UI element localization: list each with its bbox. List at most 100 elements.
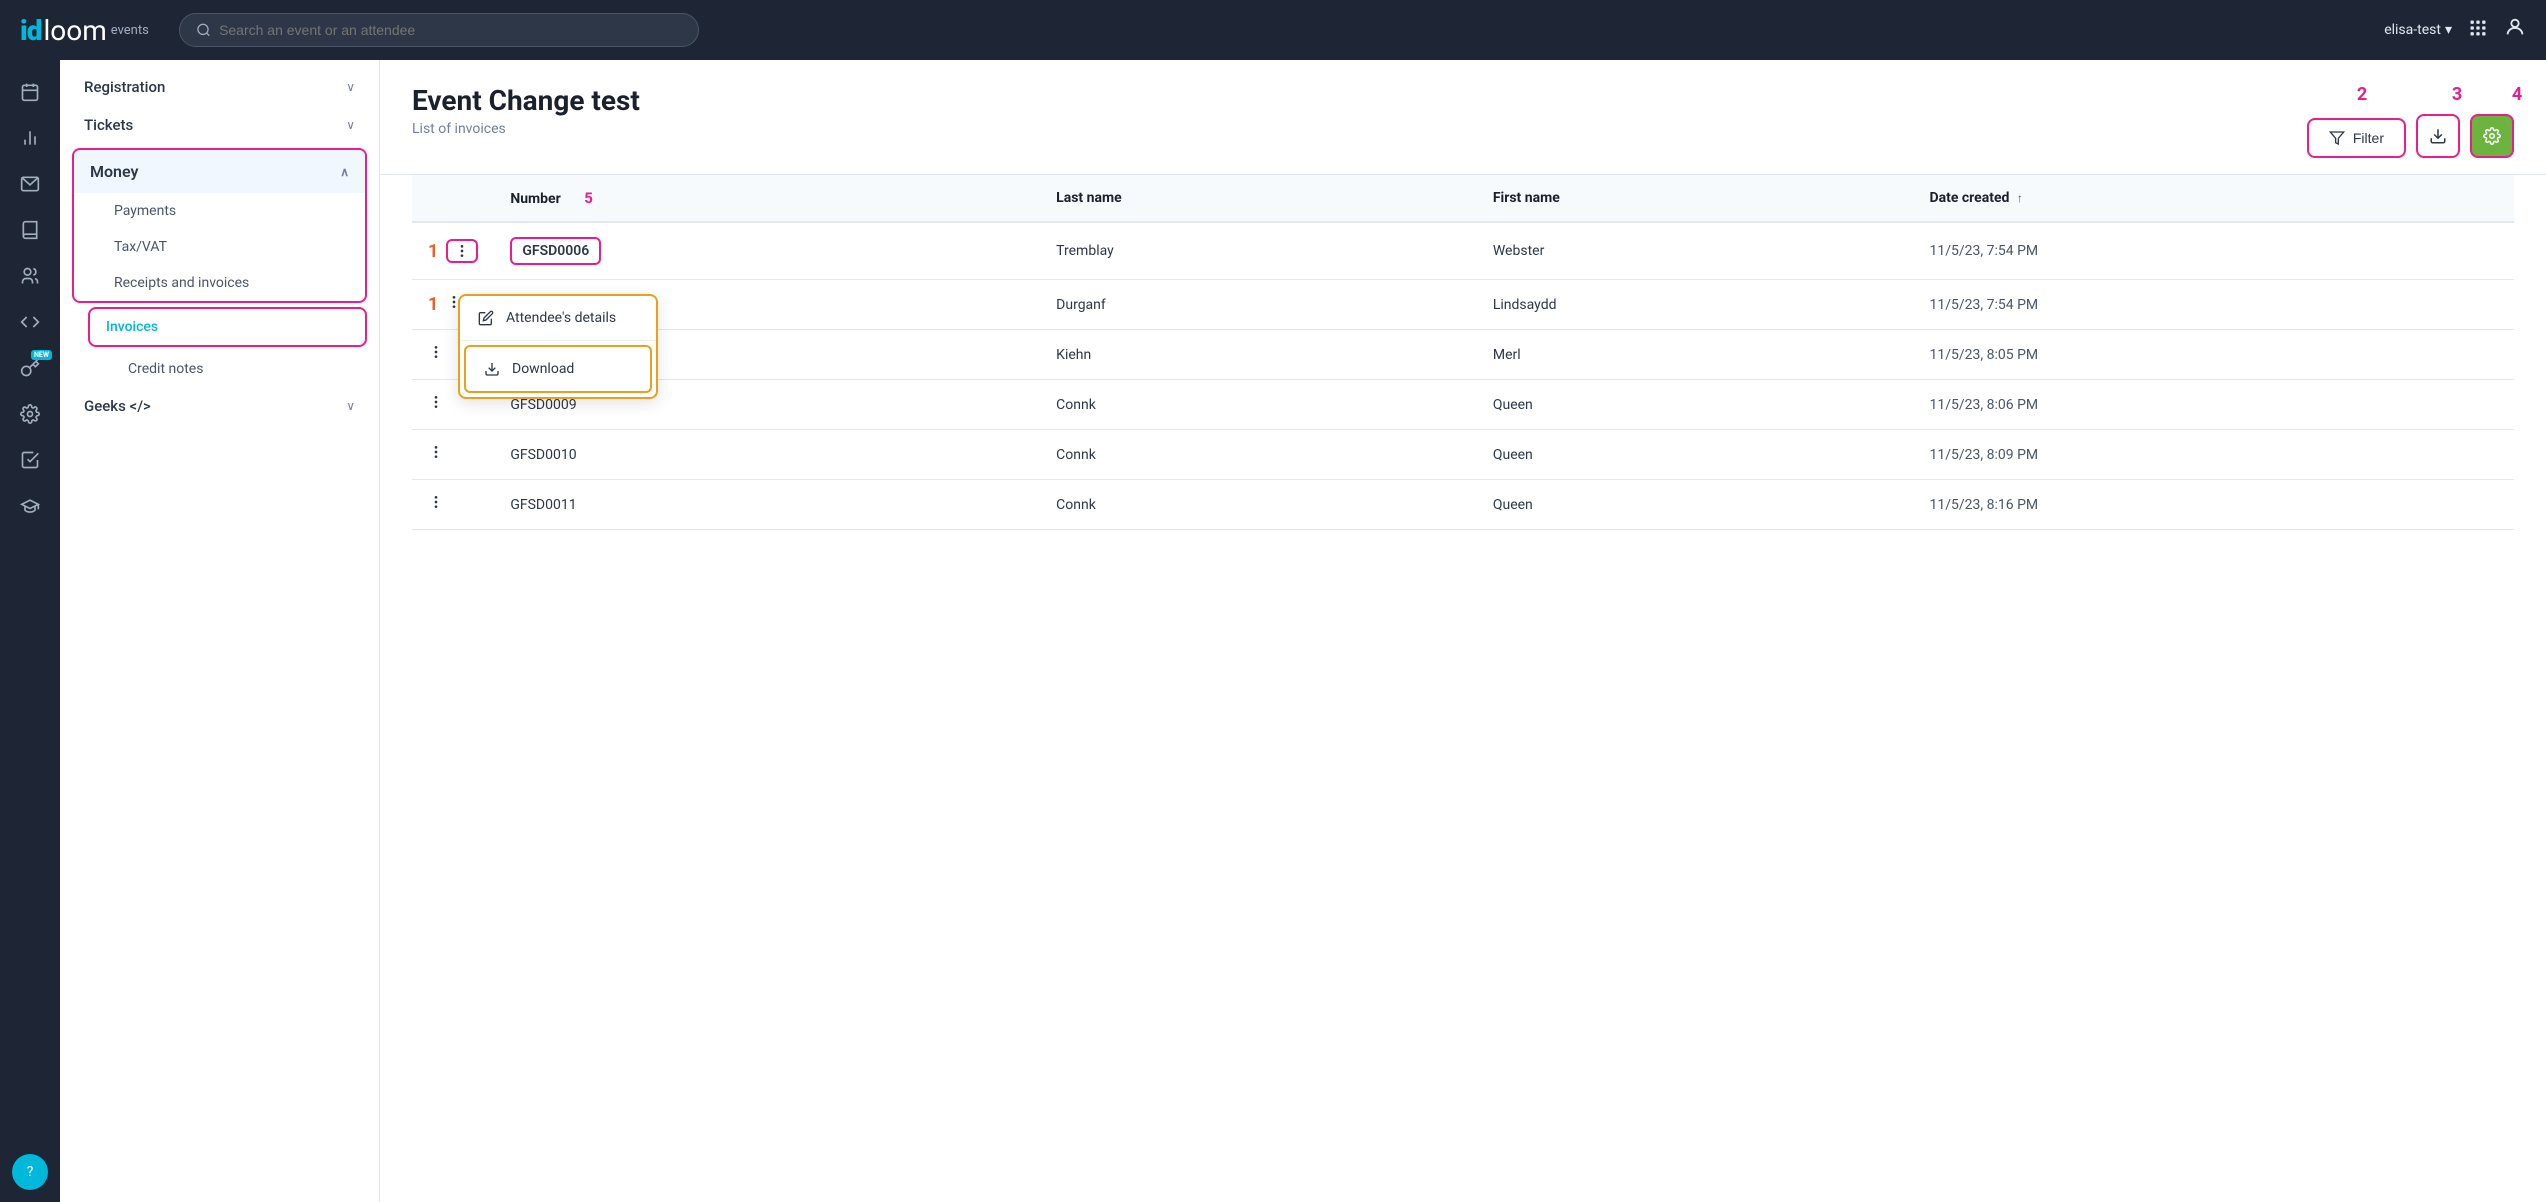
logo-events: events <box>111 23 149 38</box>
search-icon <box>196 22 211 38</box>
sidebar-item-credit-notes[interactable]: Credit notes <box>88 351 379 387</box>
row-lastname-cell: Connk <box>1040 380 1477 430</box>
sidebar-item-receipts[interactable]: Receipts and invoices <box>74 265 365 301</box>
col-lastname-header[interactable]: Last name <box>1040 175 1477 222</box>
annotation-1b: 1 <box>428 294 438 315</box>
row-number-cell: GFSD0010 <box>494 430 1040 480</box>
row-actions-cell: 1 Attendee's details <box>412 280 494 330</box>
col-firstname-header[interactable]: First name <box>1477 175 1914 222</box>
search-bar[interactable] <box>179 13 699 47</box>
invoice-number: GFSD0006 <box>510 237 601 265</box>
row-lastname-cell: Tremblay <box>1040 222 1477 280</box>
annotation-4: 4 <box>2512 84 2522 105</box>
three-dots-button[interactable] <box>428 494 444 515</box>
topnav: idloom events elisa-test ▾ <box>0 0 2546 60</box>
filter-icon <box>2329 130 2345 146</box>
sidebar-item-code[interactable] <box>10 302 50 342</box>
table-row: GFSD0009 Connk Queen 11/5/23, 8:06 PM <box>412 380 2514 430</box>
row-date-cell: 11/5/23, 7:54 PM <box>1914 222 2514 280</box>
sidebar-item-tickets[interactable]: Tickets ∨ <box>60 106 379 144</box>
chevron-up-icon: ∧ <box>340 165 349 179</box>
sidebar-item-key[interactable] <box>10 348 50 388</box>
content-header: Event Change test List of invoices 2 3 4… <box>380 60 2546 175</box>
row-actions-cell <box>412 430 494 480</box>
row-lastname-cell: Connk <box>1040 430 1477 480</box>
row-lastname-cell: Connk <box>1040 480 1477 530</box>
col-date-header[interactable]: Date created ↑ <box>1914 175 2514 222</box>
topnav-right: elisa-test ▾ <box>2384 16 2526 44</box>
chevron-down-icon: ∨ <box>346 118 355 132</box>
icon-bar: ? <box>0 60 60 1202</box>
sidebar-item-users[interactable] <box>10 256 50 296</box>
search-input[interactable] <box>219 22 682 38</box>
table-row: 1 GFSD0006 Tremblay Webster 11/5/23, 7:5… <box>412 222 2514 280</box>
user-label[interactable]: elisa-test ▾ <box>2384 22 2452 38</box>
row-lastname-cell: Kiehn <box>1040 330 1477 380</box>
table-row: 1 Attendee's details <box>412 280 2514 330</box>
row-firstname-cell: Queen <box>1477 380 1914 430</box>
page-header-left: Event Change test List of invoices <box>412 84 640 137</box>
three-dots-button[interactable] <box>428 394 444 415</box>
row-date-cell: 11/5/23, 8:05 PM <box>1914 330 2514 380</box>
sidebar-item-graduation[interactable] <box>10 486 50 526</box>
invoices-table-container: Number 5 Last name First name Date creat… <box>380 175 2546 530</box>
page-title: Event Change test <box>412 84 640 117</box>
download-icon <box>2429 127 2447 145</box>
main-layout: ? Registration ∨ Tickets ∨ Money ∧ Payme… <box>0 60 2546 1202</box>
table-header-row: Number 5 Last name First name Date creat… <box>412 175 2514 222</box>
table-row: GFSD0010 Connk Queen 11/5/23, 8:09 PM <box>412 430 2514 480</box>
sidebar-money-section: Money ∧ Payments Tax/VAT Receipts and in… <box>72 148 367 303</box>
sidebar-item-registration[interactable]: Registration ∨ <box>60 68 379 106</box>
col-actions <box>412 175 494 222</box>
row-firstname-cell: Merl <box>1477 330 1914 380</box>
row-firstname-cell: Lindsaydd <box>1477 280 1914 330</box>
dropdown-attendee-details[interactable]: Attendee's details <box>460 296 656 341</box>
three-dots-button[interactable] <box>428 344 444 365</box>
sidebar-item-email[interactable] <box>10 164 50 204</box>
sidebar-item-calendar[interactable] <box>10 72 50 112</box>
table-row: GFSD0008 Kiehn Merl 11/5/23, 8:05 PM <box>412 330 2514 380</box>
row-actions-cell: 1 <box>412 222 494 280</box>
table-row: GFSD0011 Connk Queen 11/5/23, 8:16 PM <box>412 480 2514 530</box>
download-icon <box>484 361 500 377</box>
row-actions-cell <box>412 480 494 530</box>
sidebar: Registration ∨ Tickets ∨ Money ∧ Payment… <box>60 60 380 1202</box>
sidebar-item-check[interactable] <box>10 440 50 480</box>
annotation-3: 3 <box>2452 84 2462 105</box>
sidebar-item-invoices[interactable]: Invoices <box>88 307 367 347</box>
sidebar-item-geeks[interactable]: Geeks </> ∨ <box>60 387 379 425</box>
header-actions: 2 3 4 Filter <box>2307 84 2514 158</box>
filter-button[interactable]: Filter <box>2307 118 2406 158</box>
invoices-table: Number 5 Last name First name Date creat… <box>412 175 2514 530</box>
dropdown-download[interactable]: 2 Download <box>464 345 652 393</box>
gear-icon <box>2483 127 2501 145</box>
sidebar-item-money[interactable]: Money ∧ <box>74 150 365 193</box>
row-date-cell: 11/5/23, 7:54 PM <box>1914 280 2514 330</box>
three-dots-button[interactable] <box>428 444 444 465</box>
help-button[interactable]: ? <box>12 1154 48 1190</box>
row-firstname-cell: Queen <box>1477 480 1914 530</box>
row-number-cell: GFSD0011 <box>494 480 1040 530</box>
chevron-down-icon: ∨ <box>346 399 355 413</box>
sort-arrow-icon: ↑ <box>2017 191 2023 205</box>
annotation-2: 2 <box>2357 84 2367 105</box>
sidebar-item-tax-vat[interactable]: Tax/VAT <box>74 229 365 265</box>
chevron-down-icon: ∨ <box>346 80 355 94</box>
row-date-cell: 11/5/23, 8:16 PM <box>1914 480 2514 530</box>
sidebar-item-book[interactable] <box>10 210 50 250</box>
main-content: Event Change test List of invoices 2 3 4… <box>380 60 2546 1202</box>
logo-id: id <box>20 14 41 47</box>
sidebar-item-payments[interactable]: Payments <box>74 193 365 229</box>
grid-icon[interactable] <box>2468 18 2488 43</box>
annotation-1a: 1 <box>428 241 438 262</box>
avatar-icon[interactable] <box>2504 16 2526 44</box>
col-number-header[interactable]: Number 5 <box>494 175 1040 222</box>
annotation-5: 5 <box>584 189 593 207</box>
sidebar-item-settings[interactable] <box>10 394 50 434</box>
settings-button[interactable] <box>2470 114 2514 158</box>
sidebar-item-chart[interactable] <box>10 118 50 158</box>
three-dots-button[interactable] <box>446 239 478 263</box>
download-button[interactable] <box>2416 114 2460 158</box>
chevron-down-icon: ▾ <box>2445 22 2452 38</box>
row-firstname-cell: Webster <box>1477 222 1914 280</box>
